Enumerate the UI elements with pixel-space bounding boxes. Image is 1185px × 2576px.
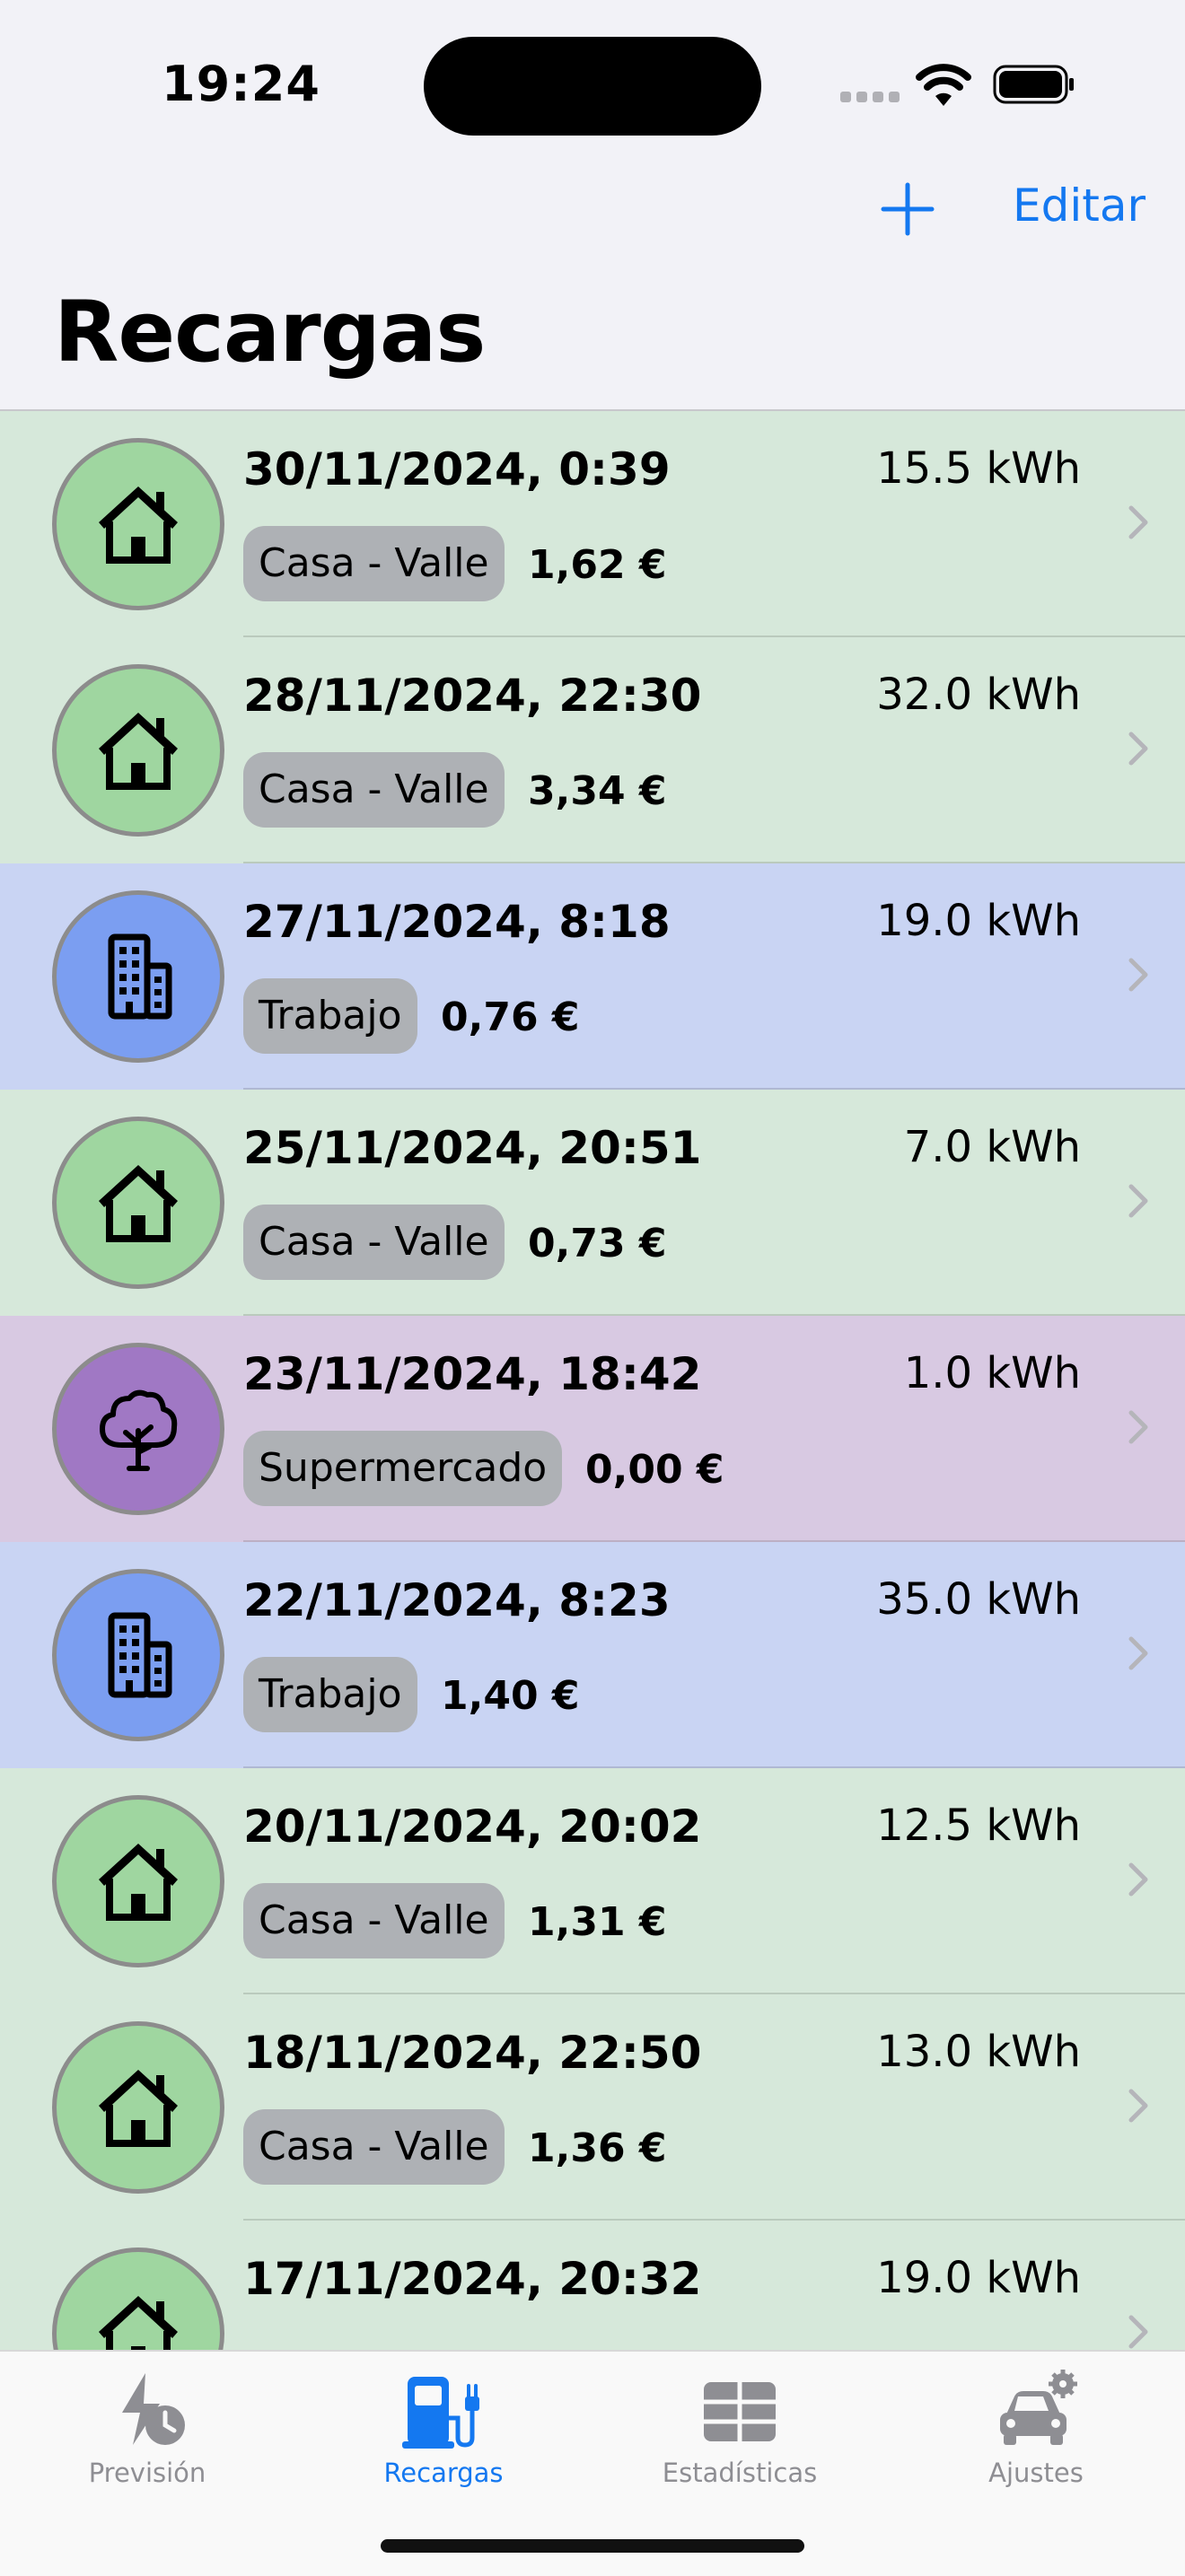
charge-energy: 13.0 kWh: [876, 2027, 1081, 2077]
charge-energy: 19.0 kWh: [876, 2253, 1081, 2303]
chevron-right-icon: [1128, 1184, 1148, 1218]
tree-icon: [100, 1389, 178, 1471]
charge-date: 25/11/2024, 20:51: [243, 1122, 702, 1174]
chevron-right-icon: [1128, 958, 1148, 992]
charge-date: 27/11/2024, 8:18: [243, 896, 671, 948]
charge-row[interactable]: 25/11/2024, 20:51 7.0 kWh Casa - Valle 0,73…: [0, 1090, 1185, 1316]
charge-row[interactable]: 17/11/2024, 20:32 19.0 kWh: [0, 2221, 1185, 2350]
chevron-right-icon: [1128, 1636, 1148, 1670]
charge-cost: 3,34 €: [528, 768, 667, 814]
house-icon: [99, 1165, 178, 1242]
cellular-signal-icon: [840, 92, 901, 102]
chevron-right-icon: [1128, 2315, 1148, 2349]
tab-prevision[interactable]: Previsión: [40, 2370, 255, 2504]
building-icon: [108, 933, 172, 1020]
charge-date: 23/11/2024, 18:42: [243, 1348, 702, 1400]
charge-date: 30/11/2024, 0:39: [243, 443, 671, 495]
charges-list[interactable]: 30/11/2024, 0:39 15.5 kWh Casa - Valle 1,62…: [0, 411, 1185, 2350]
location-avatar: [52, 1795, 224, 1967]
charge-cost: 1,31 €: [528, 1899, 667, 1945]
location-avatar: [52, 2021, 224, 2194]
charge-energy: 35.0 kWh: [876, 1574, 1081, 1625]
charge-row[interactable]: 22/11/2024, 8:23 35.0 kWh Trabajo 1,40 €: [0, 1542, 1185, 1768]
charge-energy: 15.5 kWh: [876, 443, 1081, 494]
charge-cost: 0,00 €: [585, 1447, 724, 1493]
charge-date: 17/11/2024, 20:32: [243, 2253, 702, 2305]
location-avatar: [52, 1569, 224, 1741]
home-indicator[interactable]: [381, 2539, 804, 2553]
charge-row[interactable]: 18/11/2024, 22:50 13.0 kWh Casa - Valle 1,3…: [0, 1994, 1185, 2221]
location-avatar: [52, 890, 224, 1063]
location-avatar: [52, 1343, 224, 1515]
tab-ajustes[interactable]: Ajustes: [928, 2370, 1144, 2504]
wifi-icon: [916, 64, 971, 106]
chevron-right-icon: [1128, 1862, 1148, 1897]
chevron-right-icon: [1128, 732, 1148, 766]
tab-recargas[interactable]: Recargas: [336, 2370, 551, 2504]
charge-date: 28/11/2024, 22:30: [243, 670, 702, 722]
building-icon: [108, 1612, 172, 1698]
table-icon: [704, 2382, 776, 2441]
charge-cost: 0,76 €: [441, 994, 580, 1040]
dynamic-island: [424, 37, 761, 136]
location-avatar: [52, 1117, 224, 1289]
fuel-pump-plug-icon: [402, 2377, 479, 2449]
charge-cost: 0,73 €: [528, 1221, 667, 1266]
charge-date: 18/11/2024, 22:50: [243, 2027, 702, 2079]
charge-energy: 1.0 kWh: [903, 1348, 1081, 1398]
tab-estadisticas[interactable]: Estadísticas: [632, 2370, 847, 2504]
chevron-right-icon: [1128, 2089, 1148, 2123]
charge-energy: 32.0 kWh: [876, 670, 1081, 720]
house-icon: [99, 713, 178, 790]
edit-button[interactable]: Editar: [1013, 180, 1146, 242]
charge-energy: 12.5 kWh: [876, 1801, 1081, 1851]
charge-row[interactable]: 30/11/2024, 0:39 15.5 kWh Casa - Valle 1,62…: [0, 411, 1185, 637]
location-tag: Trabajo: [243, 1657, 417, 1732]
location-tag: Trabajo: [243, 978, 417, 1054]
charge-row[interactable]: 28/11/2024, 22:30 32.0 kWh Casa - Valle 3,3…: [0, 637, 1185, 863]
location-avatar: [52, 2247, 224, 2350]
location-tag: Casa - Valle: [243, 1205, 505, 1280]
location-tag: Casa - Valle: [243, 526, 505, 601]
location-tag: Supermercado: [243, 1431, 563, 1506]
location-tag: Casa - Valle: [243, 2109, 505, 2185]
tab-label: Recargas: [383, 2458, 504, 2488]
page-title: Recargas: [54, 284, 486, 381]
charge-row[interactable]: 20/11/2024, 20:02 12.5 kWh Casa - Valle 1,3…: [0, 1768, 1185, 1994]
location-tag: Casa - Valle: [243, 1883, 505, 1958]
status-time: 19:24: [162, 56, 320, 112]
charge-date: 20/11/2024, 20:02: [243, 1801, 702, 1853]
add-button[interactable]: [878, 180, 937, 239]
tab-label: Ajustes: [988, 2458, 1084, 2488]
charge-date: 22/11/2024, 8:23: [243, 1574, 671, 1626]
tab-label: Previsión: [88, 2458, 206, 2488]
charge-cost: 1,40 €: [441, 1673, 580, 1719]
location-avatar: [52, 438, 224, 610]
charge-energy: 19.0 kWh: [876, 896, 1081, 946]
battery-icon: [993, 65, 1074, 104]
house-icon: [99, 486, 178, 564]
tab-label: Estadísticas: [662, 2458, 818, 2488]
location-avatar: [52, 664, 224, 837]
charge-cost: 1,62 €: [528, 542, 667, 588]
charge-energy: 7.0 kWh: [903, 1122, 1081, 1172]
bolt-clock-icon: [122, 2373, 185, 2445]
car-gear-icon: [1000, 2370, 1077, 2445]
house-icon: [99, 2296, 178, 2350]
status-bar: 19:24: [0, 0, 1185, 162]
charge-cost: 1,36 €: [528, 2125, 667, 2171]
charge-row[interactable]: 23/11/2024, 18:42 1.0 kWh Supermercado 0,00…: [0, 1316, 1185, 1542]
house-icon: [99, 2070, 178, 2147]
location-tag: Casa - Valle: [243, 752, 505, 828]
house-icon: [99, 1844, 178, 1921]
chevron-right-icon: [1128, 505, 1148, 539]
charge-row[interactable]: 27/11/2024, 8:18 19.0 kWh Trabajo 0,76 €: [0, 863, 1185, 1090]
chevron-right-icon: [1128, 1410, 1148, 1444]
